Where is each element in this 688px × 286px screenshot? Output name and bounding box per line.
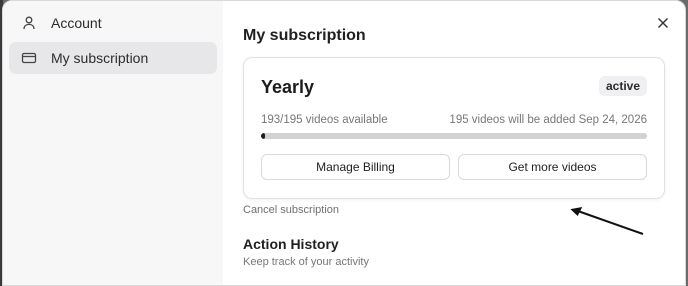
- usage-text: 193/195 videos available: [261, 113, 388, 126]
- close-icon: [658, 18, 668, 28]
- sidebar-item-label: My subscription: [51, 50, 149, 66]
- usage-progress-bar: [261, 132, 647, 139]
- action-history-subtitle: Keep track of your activity: [243, 256, 369, 268]
- main-content: My subscription Yearly active 193/195 vi…: [223, 1, 685, 285]
- settings-modal: Account My subscription My subscription …: [2, 0, 686, 286]
- close-button[interactable]: [655, 15, 671, 31]
- sidebar-item-account[interactable]: Account: [9, 7, 217, 39]
- sidebar: Account My subscription: [3, 1, 223, 285]
- renewal-text: 195 videos will be added Sep 24, 2026: [449, 113, 647, 126]
- cancel-subscription-link[interactable]: Cancel subscription: [243, 204, 339, 216]
- sidebar-item-label: Account: [51, 15, 102, 31]
- status-badge: active: [598, 75, 647, 96]
- user-icon: [21, 15, 37, 31]
- credit-card-icon: [21, 50, 37, 66]
- annotation-arrow: [570, 207, 644, 235]
- page-title: My subscription: [243, 26, 366, 44]
- plan-name: Yearly: [261, 76, 315, 97]
- get-more-videos-button[interactable]: Get more videos: [458, 153, 647, 180]
- manage-billing-button[interactable]: Manage Billing: [261, 153, 450, 180]
- subscription-card: Yearly active 193/195 videos available 1…: [243, 56, 665, 199]
- sidebar-item-my-subscription[interactable]: My subscription: [9, 42, 217, 74]
- usage-progress-fill: [261, 132, 265, 139]
- action-history-title: Action History: [243, 236, 339, 252]
